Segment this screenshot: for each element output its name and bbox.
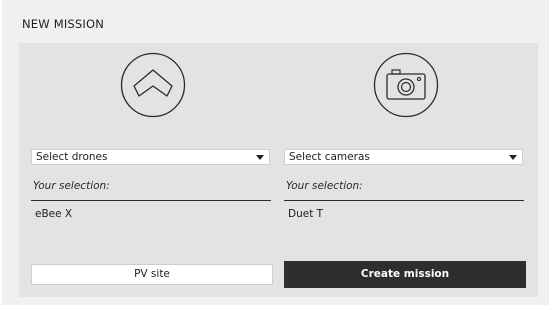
camera-select-value: Select cameras bbox=[289, 151, 370, 163]
camera-selection-divider bbox=[284, 200, 524, 201]
page-title: NEW MISSION bbox=[22, 17, 105, 31]
camera-icon bbox=[373, 52, 439, 118]
drone-wing-icon bbox=[120, 52, 186, 118]
camera-select[interactable]: Select cameras bbox=[284, 149, 523, 165]
drone-selection-divider bbox=[31, 200, 271, 201]
drones-column: Select drones Your selection: eBee X PV … bbox=[29, 43, 273, 297]
drone-select-value: Select drones bbox=[36, 151, 108, 163]
new-mission-dialog: NEW MISSION Select drones Your selection… bbox=[2, 0, 549, 305]
create-mission-button[interactable]: Create mission bbox=[284, 261, 526, 288]
drone-select[interactable]: Select drones bbox=[31, 149, 270, 165]
pv-site-button[interactable]: PV site bbox=[31, 264, 273, 285]
camera-selection-value: Duet T bbox=[288, 208, 324, 220]
drone-selection-label: Your selection: bbox=[33, 180, 110, 192]
cameras-column: Select cameras Your selection: Duet T Cr… bbox=[282, 43, 526, 297]
chevron-down-icon bbox=[256, 155, 264, 160]
chevron-down-icon bbox=[509, 155, 517, 160]
camera-selection-label: Your selection: bbox=[286, 180, 363, 192]
mission-panel: Select drones Your selection: eBee X PV … bbox=[19, 43, 538, 297]
drone-selection-value: eBee X bbox=[35, 208, 73, 220]
